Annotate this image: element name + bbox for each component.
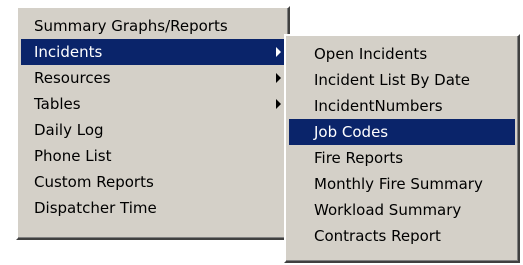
submenu-item-workload-summary[interactable]: Workload Summary [289,197,515,223]
menu-item-label: Custom Reports [34,173,154,191]
menu-item-summary-graphs-reports[interactable]: Summary Graphs/Reports [21,13,285,39]
submenu-arrow-icon [276,73,281,83]
submenu-item-incident-list-by-date[interactable]: Incident List By Date [289,67,515,93]
menu-item-phone-list[interactable]: Phone List [21,143,285,169]
menu-item-resources[interactable]: Resources [21,65,285,91]
menu-item-label: Tables [34,95,81,113]
menu-item-label: Resources [34,69,111,87]
menu-item-custom-reports[interactable]: Custom Reports [21,169,285,195]
submenu-arrow-icon [276,99,281,109]
menu-item-label: Incidents [34,43,103,61]
menu-item-label: Contracts Report [314,227,441,245]
menu-item-label: Open Incidents [314,45,428,63]
menu-item-label: Fire Reports [314,149,404,167]
submenu-item-monthly-fire-summary[interactable]: Monthly Fire Summary [289,171,515,197]
menu-item-label: Phone List [34,147,112,165]
menu-item-label: IncidentNumbers [314,97,443,115]
menu-item-daily-log[interactable]: Daily Log [21,117,285,143]
menu-item-incidents[interactable]: Incidents [21,39,285,65]
menu-item-label: Monthly Fire Summary [314,175,483,193]
menu-item-tables[interactable]: Tables [21,91,285,117]
menu-item-label: Summary Graphs/Reports [34,17,228,35]
submenu-item-job-codes[interactable]: Job Codes [289,119,515,145]
submenu-item-fire-reports[interactable]: Fire Reports [289,145,515,171]
main-context-menu: Summary Graphs/Reports Incidents Resourc… [16,6,290,240]
submenu-item-incident-numbers[interactable]: IncidentNumbers [289,93,515,119]
submenu-item-open-incidents[interactable]: Open Incidents [289,41,515,67]
submenu-item-contracts-report[interactable]: Contracts Report [289,223,515,249]
menu-item-dispatcher-time[interactable]: Dispatcher Time [21,195,285,221]
incidents-submenu: Open Incidents Incident List By Date Inc… [284,34,520,263]
menu-item-label: Daily Log [34,121,104,139]
submenu-arrow-icon [276,47,281,57]
menu-item-label: Workload Summary [314,201,462,219]
menu-item-label: Dispatcher Time [34,199,157,217]
menu-item-label: Incident List By Date [314,71,471,89]
menu-item-label: Job Codes [314,123,389,141]
